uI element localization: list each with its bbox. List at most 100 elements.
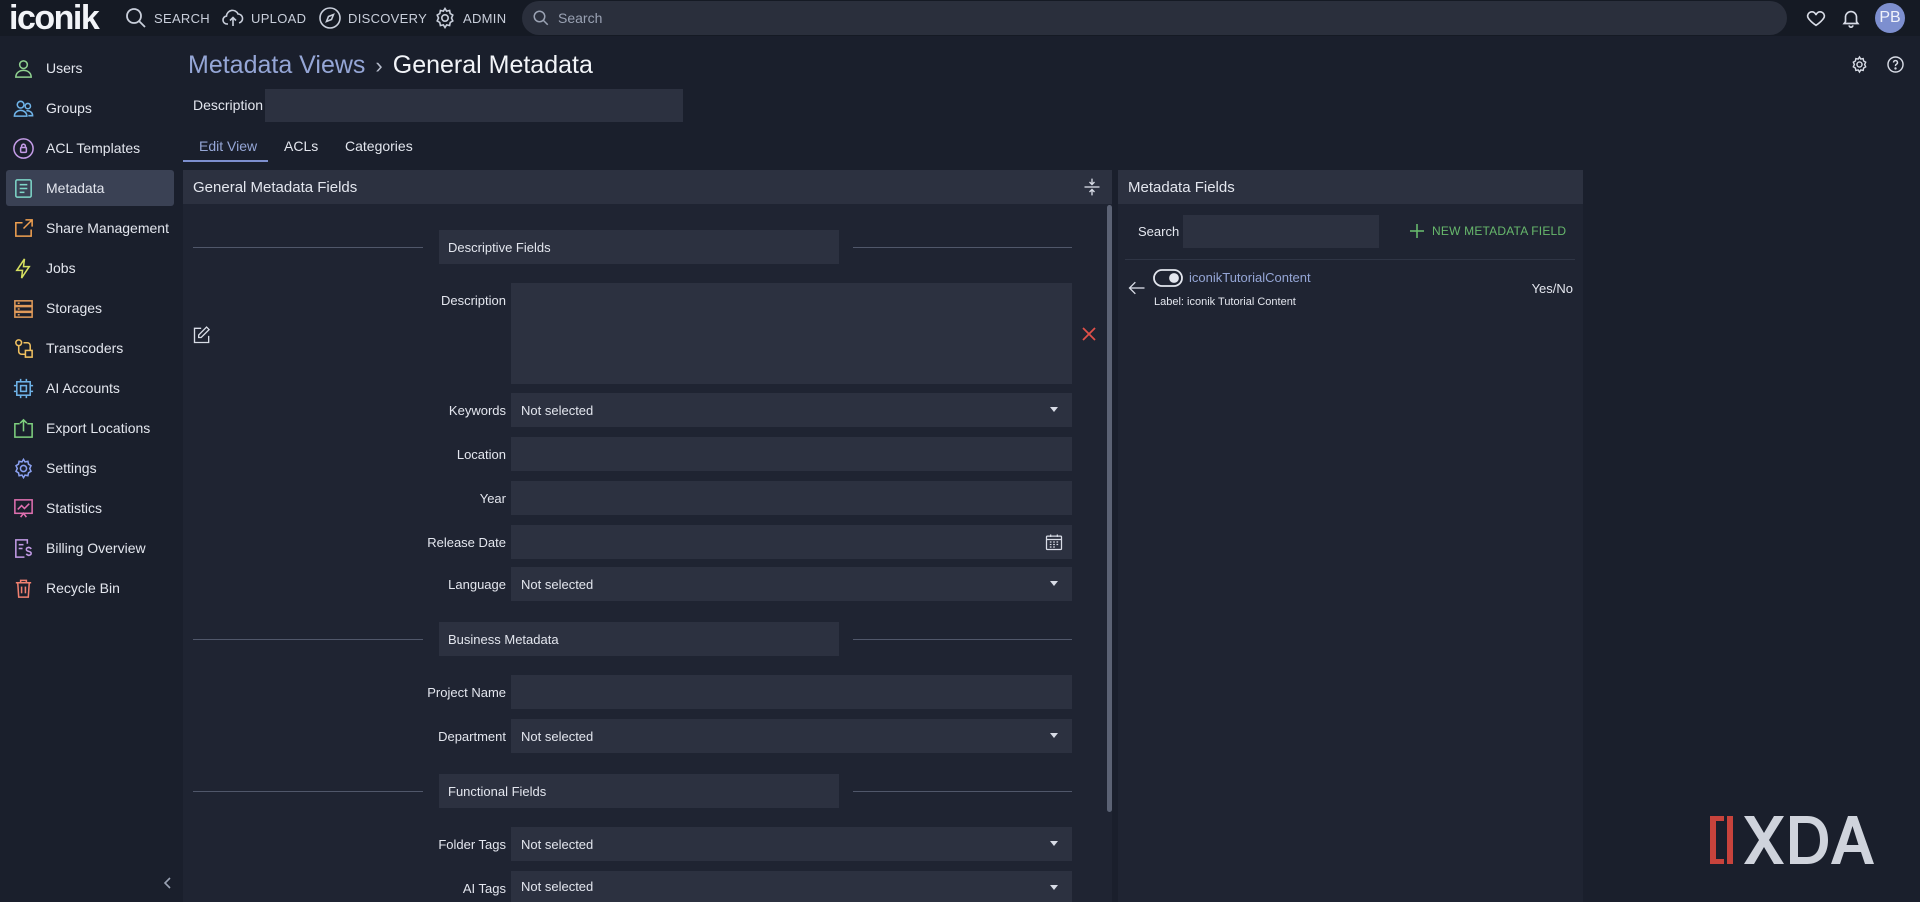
nav-upload[interactable]: UPLOAD — [221, 6, 306, 30]
field-label-folder-tags: Folder Tags — [438, 837, 506, 852]
settings-gear-icon[interactable] — [1850, 55, 1869, 74]
section-divider — [853, 639, 1072, 640]
panel-scrollbar[interactable] — [1107, 205, 1112, 812]
sidebar-item-label: Settings — [46, 460, 97, 476]
toggle-icon — [1153, 269, 1183, 287]
sidebar-item-jobs[interactable]: Jobs — [6, 250, 174, 286]
remove-icon[interactable] — [1080, 325, 1098, 343]
nav-discovery[interactable]: DISCOVERY — [318, 6, 427, 30]
location-input[interactable] — [511, 437, 1072, 471]
sidebar-item-recycle-bin[interactable]: Recycle Bin — [6, 570, 174, 606]
section-divider — [853, 247, 1072, 248]
sidebar-item-statistics[interactable]: Statistics — [6, 490, 174, 526]
search-icon — [126, 8, 146, 28]
fields-search-input[interactable] — [1183, 215, 1379, 248]
arrow-left-icon[interactable] — [1127, 278, 1147, 298]
sidebar-item-metadata[interactable]: Metadata — [6, 170, 174, 206]
section-divider — [193, 639, 423, 640]
release-date-input[interactable] — [511, 525, 1072, 559]
storage-icon — [14, 299, 33, 318]
heart-icon[interactable] — [1805, 7, 1827, 29]
metadata-field-type: Yes/No — [1531, 281, 1573, 296]
xda-watermark-logo — [1710, 816, 1874, 864]
sidebar-item-storages[interactable]: Storages — [6, 290, 174, 326]
section-title-functional[interactable]: Functional Fields — [439, 774, 839, 808]
section-title-business[interactable]: Business Metadata — [439, 622, 839, 656]
field-label-release-date: Release Date — [427, 535, 506, 550]
sidebar-item-ai-accounts[interactable]: AI Accounts — [6, 370, 174, 406]
field-label-description: Description — [440, 293, 506, 308]
sidebar-item-settings[interactable]: Settings — [6, 450, 174, 486]
page-title: General Metadata — [392, 51, 593, 79]
lightning-icon — [15, 257, 31, 279]
nav-search-label: SEARCH — [154, 10, 210, 26]
metadata-field-name[interactable]: iconikTutorialContent — [1189, 270, 1311, 285]
select-value: Not selected — [521, 728, 594, 744]
chevron-down-icon — [1050, 733, 1058, 738]
select-value: Not selected — [521, 879, 594, 894]
sidebar-item-acl-templates[interactable]: ACL Templates — [6, 130, 174, 166]
share-icon — [15, 218, 33, 237]
sidebar-item-groups[interactable]: Groups — [6, 90, 174, 126]
top-bar: iconik SEARCH UPLOAD DISCOVERY ADMIN Sea… — [0, 0, 1920, 36]
user-icon — [15, 59, 32, 78]
section-title-descriptive[interactable]: Descriptive Fields — [439, 230, 839, 264]
fields-search-label: Search — [1138, 224, 1180, 239]
avatar[interactable]: PB — [1875, 3, 1905, 33]
description-label: Description — [193, 97, 264, 113]
list-item[interactable]: iconikTutorialContent Label: iconik Tuto… — [1125, 266, 1575, 316]
year-input[interactable] — [511, 481, 1072, 515]
nav-admin[interactable]: ADMIN — [433, 6, 506, 30]
global-search-input[interactable]: Search — [522, 1, 1787, 35]
new-metadata-field-button[interactable]: NEW METADATA FIELD — [1408, 222, 1566, 240]
panel-header: Metadata Fields — [1118, 170, 1583, 204]
help-icon[interactable] — [1886, 55, 1905, 74]
chip-icon — [13, 378, 34, 398]
expand-collapse-icon[interactable] — [1082, 177, 1102, 197]
sidebar-item-label: Metadata — [46, 180, 105, 196]
sidebar-item-transcoders[interactable]: Transcoders — [6, 330, 174, 366]
panel-header: General Metadata Fields — [183, 170, 1112, 204]
sidebar-item-label: ACL Templates — [46, 140, 141, 156]
sidebar-item-label: Recycle Bin — [46, 580, 120, 596]
billing-icon — [15, 538, 32, 558]
description-textarea[interactable] — [511, 283, 1072, 384]
sidebar: Users Groups ACL Templates Metadata Shar… — [0, 48, 176, 902]
nav-search[interactable]: SEARCH — [124, 6, 210, 30]
sidebar-item-billing-overview[interactable]: Billing Overview — [6, 530, 174, 566]
plus-icon — [1410, 224, 1424, 238]
breadcrumb-parent-link[interactable]: Metadata Views — [188, 51, 365, 80]
language-select[interactable]: Not selected — [511, 567, 1072, 601]
sidebar-item-label: Billing Overview — [46, 540, 146, 556]
sidebar-item-label: Jobs — [46, 260, 76, 276]
sidebar-item-label: Export Locations — [46, 420, 151, 436]
field-label-ai-tags: AI Tags — [462, 881, 506, 896]
tab-acls[interactable]: ACLs — [284, 134, 318, 162]
description-input[interactable] — [265, 89, 683, 122]
search-icon — [533, 10, 549, 26]
project-name-input[interactable] — [511, 675, 1072, 709]
sidebar-item-users[interactable]: Users — [6, 50, 174, 86]
app-logo[interactable]: iconik — [9, 1, 100, 35]
divider — [1125, 259, 1575, 260]
sidebar-item-label: Groups — [46, 100, 92, 116]
ai-tags-select[interactable]: Not selected — [511, 871, 1072, 902]
keywords-select[interactable]: Not selected — [511, 393, 1072, 427]
sidebar-collapse-button[interactable] — [159, 874, 177, 892]
chevron-left-icon — [163, 877, 171, 889]
folder-tags-select[interactable]: Not selected — [511, 827, 1072, 861]
tab-categories[interactable]: Categories — [345, 134, 413, 162]
breadcrumb-separator: › — [375, 52, 383, 78]
edit-icon[interactable] — [192, 325, 212, 345]
tab-edit-view[interactable]: Edit View — [183, 134, 268, 162]
bell-icon[interactable] — [1840, 7, 1862, 29]
gear-icon — [15, 457, 32, 479]
sidebar-item-export-locations[interactable]: Export Locations — [6, 410, 174, 446]
sidebar-item-share-management[interactable]: Share Management — [6, 210, 174, 246]
calendar-icon[interactable] — [1044, 532, 1064, 552]
export-icon — [14, 418, 33, 438]
global-search-placeholder: Search — [558, 10, 603, 26]
department-select[interactable]: Not selected — [511, 719, 1072, 753]
panel-title: General Metadata Fields — [193, 178, 358, 196]
cloud-upload-icon — [222, 9, 244, 26]
